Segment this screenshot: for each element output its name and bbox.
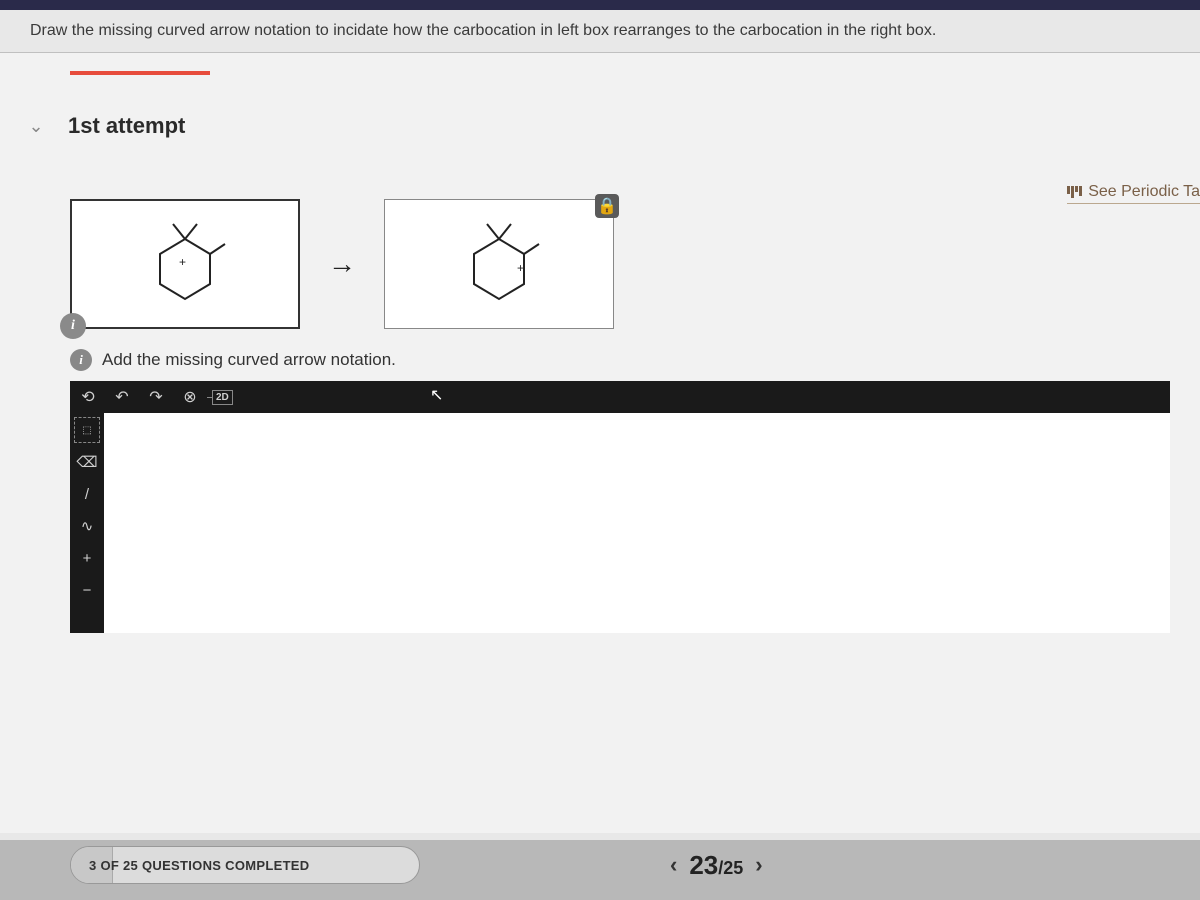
svg-text:+: + — [517, 261, 524, 275]
attempt-title: 1st attempt — [68, 113, 185, 139]
top-accent-bar — [0, 0, 1200, 10]
marquee-tool[interactable]: ⬚ — [74, 417, 100, 443]
molecule-right: + — [439, 214, 559, 314]
hint-info-icon[interactable]: i — [70, 349, 92, 371]
left-structure-box[interactable]: + i — [70, 199, 300, 329]
periodic-link-text: See Periodic Ta — [1088, 183, 1200, 201]
collapse-attempt-chevron[interactable]: ⌄ — [24, 116, 48, 137]
orange-accent-bar — [70, 71, 210, 75]
editor-side-toolbar: ⬚ ⌫ / ∿ + − — [70, 413, 104, 633]
page-number: 23/25 — [689, 850, 743, 881]
prev-question-button[interactable]: ‹ — [670, 852, 677, 878]
editor-top-toolbar: ⟲ ↶ ↷ ⊗ 2D ↖ — [70, 381, 1170, 413]
right-structure-box: 🔒 + — [384, 199, 614, 329]
next-question-button[interactable]: › — [755, 852, 762, 878]
info-icon[interactable]: i — [60, 313, 86, 339]
progress-indicator: 3 OF 25 QUESTIONS COMPLETED — [70, 846, 420, 884]
progress-text: 3 OF 25 QUESTIONS COMPLETED — [89, 858, 309, 873]
redo-button[interactable]: ↷ — [144, 385, 168, 409]
close-button[interactable]: ⊗ — [178, 385, 202, 409]
lock-icon: 🔒 — [595, 194, 619, 218]
bond-tool[interactable]: / — [74, 481, 100, 507]
total-questions: 25 — [723, 858, 743, 878]
eraser-tool[interactable]: ⌫ — [74, 449, 100, 475]
reaction-arrow-icon: → — [320, 248, 364, 280]
svg-text:+: + — [179, 255, 186, 269]
bar-chart-icon — [1067, 186, 1082, 198]
drawing-canvas[interactable] — [104, 413, 1170, 633]
question-prompt: Draw the missing curved arrow notation t… — [0, 10, 1200, 53]
cursor-icon: ↖ — [430, 385, 443, 405]
question-pagination: ‹ 23/25 › — [670, 850, 763, 881]
charge-plus-tool[interactable]: + — [74, 545, 100, 571]
molecule-left: + — [125, 214, 245, 314]
reset-button[interactable]: ⟲ — [76, 385, 100, 409]
undo-button[interactable]: ↶ — [110, 385, 134, 409]
charge-minus-tool[interactable]: − — [74, 577, 100, 603]
current-question: 23 — [689, 850, 718, 880]
hint-text: Add the missing curved arrow notation. — [102, 350, 396, 370]
chain-tool[interactable]: ∿ — [74, 513, 100, 539]
periodic-table-link[interactable]: See Periodic Ta — [1067, 183, 1200, 204]
mode-2d-button[interactable]: 2D — [212, 390, 233, 405]
